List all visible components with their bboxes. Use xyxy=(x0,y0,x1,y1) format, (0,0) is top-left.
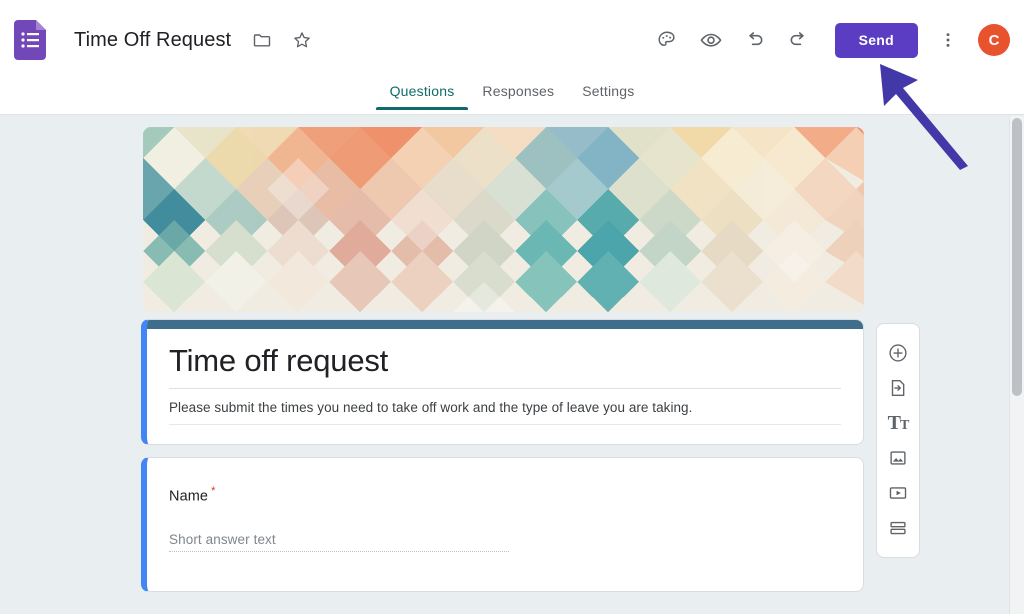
short-answer-placeholder[interactable]: Short answer text xyxy=(169,532,509,553)
eye-icon[interactable] xyxy=(689,18,733,62)
question-label[interactable]: Name xyxy=(169,488,208,504)
undo-icon[interactable] xyxy=(733,18,777,62)
avatar[interactable]: C xyxy=(978,24,1010,56)
question-card[interactable]: Name * Short answer text xyxy=(141,457,864,592)
header-actions: Send C xyxy=(645,18,1024,62)
form-canvas: Time off request Please submit the times… xyxy=(0,116,1024,614)
google-forms-icon xyxy=(14,20,48,60)
title-actions xyxy=(249,27,315,53)
form-description[interactable]: Please submit the times you need to take… xyxy=(169,389,841,425)
add-video-icon[interactable] xyxy=(878,476,918,511)
more-vertical-icon[interactable] xyxy=(926,18,970,62)
tab-responses[interactable]: Responses xyxy=(468,80,568,110)
send-button[interactable]: Send xyxy=(834,22,918,58)
form-header-image[interactable] xyxy=(143,127,864,312)
page-scrollbar[interactable] xyxy=(1009,116,1024,614)
add-question-icon[interactable] xyxy=(878,335,918,370)
palette-icon[interactable] xyxy=(645,18,689,62)
scrollbar-thumb[interactable] xyxy=(1012,118,1022,396)
import-questions-icon[interactable] xyxy=(878,370,918,405)
app-header: Time Off Request Send C xyxy=(0,0,1024,80)
form-theme-bar xyxy=(147,320,863,329)
editor-tabs: Questions Responses Settings xyxy=(0,80,1024,115)
add-section-icon[interactable] xyxy=(878,511,918,546)
folder-icon[interactable] xyxy=(249,27,275,53)
question-tools-toolbar: TT xyxy=(876,323,920,558)
document-title[interactable]: Time Off Request xyxy=(74,29,231,52)
google-forms-editor: Time Off Request Send C Questions Respon… xyxy=(0,0,1024,614)
star-icon[interactable] xyxy=(289,27,315,53)
add-image-icon[interactable] xyxy=(878,441,918,476)
form-title-card[interactable]: Time off request Please submit the times… xyxy=(141,319,864,445)
tab-settings[interactable]: Settings xyxy=(568,80,648,110)
question-title-row: Name * xyxy=(169,485,841,505)
form-title[interactable]: Time off request xyxy=(169,343,841,389)
required-asterisk: * xyxy=(211,485,216,497)
redo-icon[interactable] xyxy=(777,18,821,62)
tab-questions[interactable]: Questions xyxy=(375,80,469,110)
add-title-description-icon[interactable]: TT xyxy=(878,405,918,440)
tt-glyph: TT xyxy=(887,411,910,434)
